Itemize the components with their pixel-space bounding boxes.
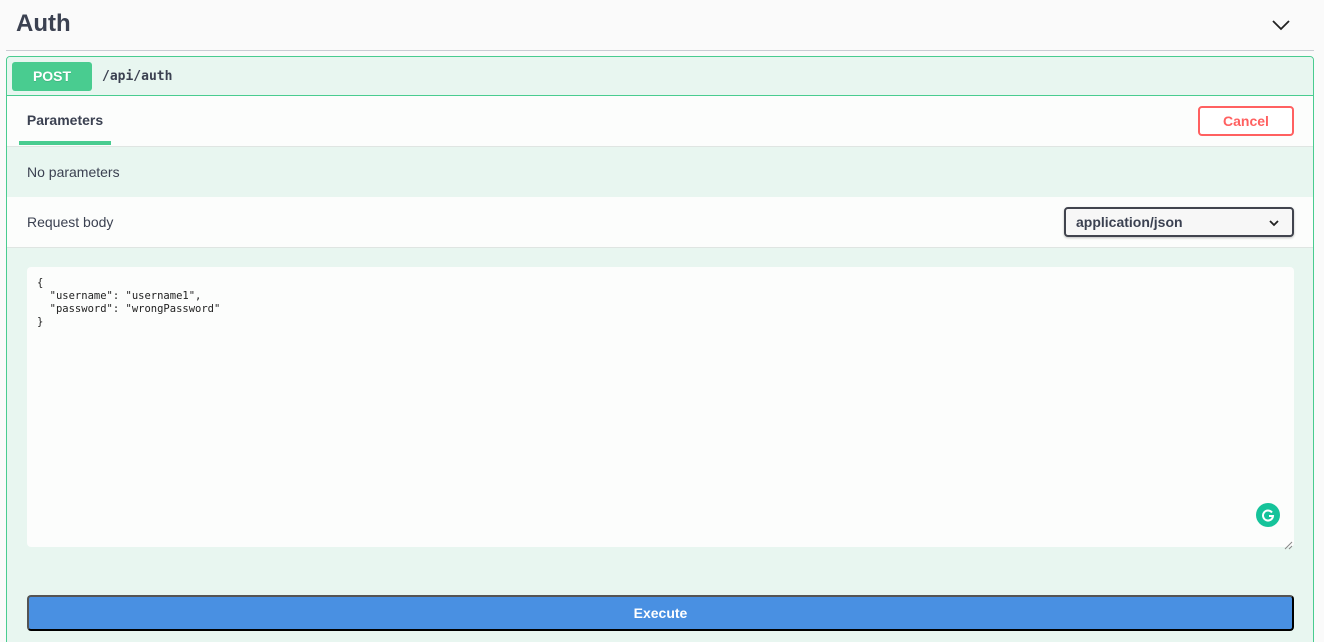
chevron-down-icon [1268,216,1280,228]
request-body-label: Request body [27,214,114,230]
execute-button[interactable]: Execute [27,595,1294,631]
content-type-value: application/json [1076,214,1183,230]
method-badge: POST [12,61,92,91]
operation-block: POST /api/auth Parameters Cancel No para… [6,56,1314,642]
no-parameters-text: No parameters [7,147,1313,197]
tag-header[interactable]: Auth [6,0,1314,51]
operation-path: /api/auth [102,68,173,84]
chevron-down-icon[interactable] [1270,14,1292,36]
cancel-button[interactable]: Cancel [1198,106,1294,136]
request-body-area: { "username": "username1", "password": "… [7,248,1313,631]
request-body-editor[interactable]: { "username": "username1", "password": "… [27,267,1294,547]
tag-title: Auth [16,10,71,37]
operation-summary[interactable]: POST /api/auth [7,57,1313,96]
tab-header: Parameters Cancel [7,96,1313,147]
tab-parameters[interactable]: Parameters [19,96,111,145]
content-type-select[interactable]: application/json [1064,207,1294,237]
request-body-header: Request body application/json [7,197,1313,248]
